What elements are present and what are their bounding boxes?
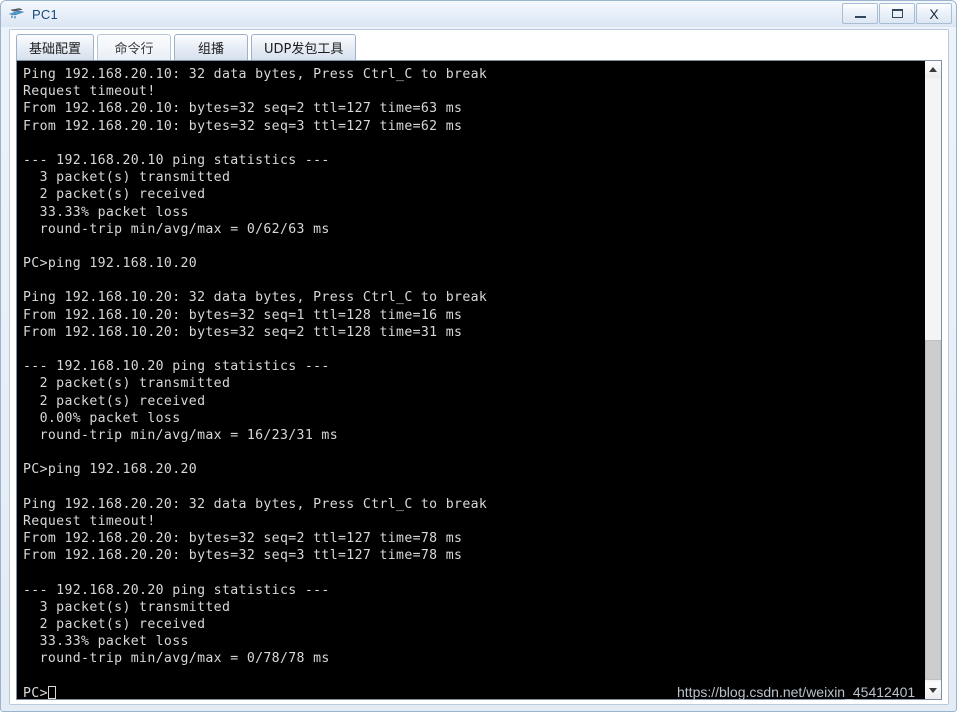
terminal-line: 3 packet(s) transmitted xyxy=(23,599,231,615)
maximize-icon xyxy=(891,9,903,18)
scrollbar-thumb[interactable] xyxy=(925,340,941,680)
window-controls: X xyxy=(841,3,952,24)
terminal-line: 2 packet(s) transmitted xyxy=(23,376,231,392)
terminal-line: round-trip min/avg/max = 0/62/63 ms xyxy=(23,221,330,237)
tab-strip: 基础配置 命令行 组播 UDP发包工具 xyxy=(10,30,948,60)
terminal-scrollbar[interactable] xyxy=(924,61,941,699)
scroll-up-button[interactable] xyxy=(925,61,941,78)
terminal-line: round-trip min/avg/max = 16/23/31 ms xyxy=(23,427,339,443)
scroll-down-button[interactable] xyxy=(925,682,941,699)
close-button[interactable]: X xyxy=(916,3,952,24)
minimize-icon xyxy=(854,15,866,18)
terminal-line: Ping 192.168.20.20: 32 data bytes, Press… xyxy=(23,496,488,512)
terminal-line: 2 packet(s) received xyxy=(23,187,206,203)
terminal-line: 33.33% packet loss xyxy=(23,634,189,650)
terminal-line: --- 192.168.20.10 ping statistics --- xyxy=(23,152,330,168)
terminal-panel: Ping 192.168.20.10: 32 data bytes, Press… xyxy=(16,60,942,700)
terminal-line: 2 packet(s) received xyxy=(23,393,206,409)
terminal-line: --- 192.168.10.20 ping statistics --- xyxy=(23,359,330,375)
scrollbar-track[interactable] xyxy=(925,78,941,682)
prompt-text: PC> xyxy=(23,685,48,699)
maximize-button[interactable] xyxy=(879,3,915,24)
terminal-line: PC>ping 192.168.20.20 xyxy=(23,462,198,478)
terminal-line: From 192.168.20.10: bytes=32 seq=2 ttl=1… xyxy=(23,101,463,117)
terminal-line: 0.00% packet loss xyxy=(23,410,181,426)
tab-label: UDP发包工具 xyxy=(264,42,344,57)
chevron-down-icon xyxy=(929,688,937,693)
title-bar: PC1 X xyxy=(1,1,956,27)
terminal-line: From 192.168.20.10: bytes=32 seq=3 ttl=1… xyxy=(23,118,463,134)
terminal-line: PC>ping 192.168.10.20 xyxy=(23,256,198,272)
terminal-line: From 192.168.20.20: bytes=32 seq=3 ttl=1… xyxy=(23,548,463,564)
minimize-button[interactable] xyxy=(842,3,878,24)
terminal-line: round-trip min/avg/max = 0/78/78 ms xyxy=(23,651,330,667)
terminal-prompt-line[interactable]: PC> xyxy=(23,685,924,699)
tab-multicast[interactable]: 组播 xyxy=(174,34,249,60)
terminal-line: From 192.168.10.20: bytes=32 seq=1 ttl=1… xyxy=(23,307,463,323)
terminal-line: From 192.168.20.20: bytes=32 seq=2 ttl=1… xyxy=(23,531,463,547)
terminal-line: Request timeout! xyxy=(23,513,156,529)
terminal-output[interactable]: Ping 192.168.20.10: 32 data bytes, Press… xyxy=(17,61,924,699)
terminal-line: 3 packet(s) transmitted xyxy=(23,170,231,186)
chevron-up-icon xyxy=(929,67,937,72)
tab-label: 命令行 xyxy=(114,42,154,57)
terminal-line: --- 192.168.20.20 ping statistics --- xyxy=(23,582,330,598)
pc1-window: PC1 X 基础配置 命令行 组播 UDP发包工具 Ping 192.168.2… xyxy=(0,0,957,712)
terminal-line: From 192.168.10.20: bytes=32 seq=2 ttl=1… xyxy=(23,324,463,340)
terminal-line: 33.33% packet loss xyxy=(23,204,189,220)
close-icon: X xyxy=(929,5,939,22)
text-cursor xyxy=(47,685,56,699)
window-title: PC1 xyxy=(32,6,58,22)
tab-udp-tool[interactable]: UDP发包工具 xyxy=(251,34,357,60)
terminal-line: Ping 192.168.10.20: 32 data bytes, Press… xyxy=(23,290,488,306)
tab-label: 基础配置 xyxy=(29,42,82,57)
terminal-line: Ping 192.168.20.10: 32 data bytes, Press… xyxy=(23,67,488,82)
tab-command-line[interactable]: 命令行 xyxy=(97,34,172,60)
terminal-line: 2 packet(s) received xyxy=(23,617,206,632)
tab-basic-config[interactable]: 基础配置 xyxy=(16,34,95,60)
terminal-line: Request timeout! xyxy=(23,84,156,100)
network-device-icon xyxy=(8,5,26,23)
tab-label: 组播 xyxy=(198,42,225,57)
client-area: 基础配置 命令行 组播 UDP发包工具 Ping 192.168.20.10: … xyxy=(9,29,949,705)
